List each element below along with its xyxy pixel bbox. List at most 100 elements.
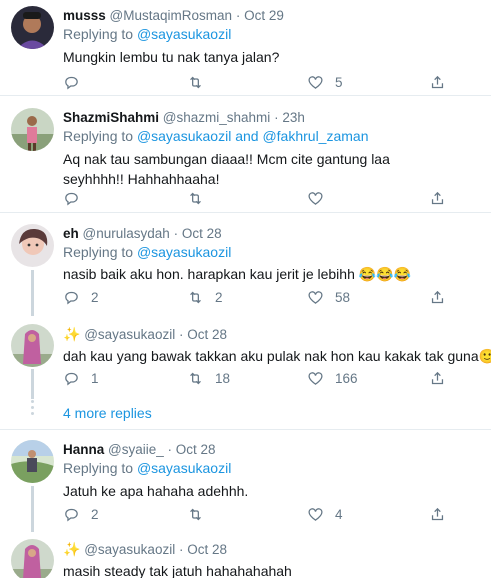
tweet-time[interactable]: Oct 29 [244,8,284,23]
share-button[interactable] [429,188,446,208]
replying-and: and [235,128,259,144]
tweet-time[interactable]: 23h [282,110,305,125]
mention-link[interactable]: @sayasukaozil [137,128,231,144]
heart-icon [307,370,324,387]
emoji-smile: 🙂 [478,348,491,364]
user-handle[interactable]: @MustaqimRosman [110,8,233,23]
user-handle[interactable]: @shazmi_shahmi [163,110,271,125]
tweet-text: nasib baik aku hon. harapkan kau jerit j… [63,266,359,282]
like-button[interactable]: 5 [307,72,343,92]
tweet-text: Jatuh ke apa hahaha adehhh. [63,483,249,499]
mention-link[interactable]: @sayasukaozil [137,26,231,42]
heart-icon [307,506,324,523]
share-button[interactable] [429,72,446,92]
user-name[interactable]: ShazmiShahmi [63,110,159,125]
tweet-actions [63,188,483,208]
retweet-button[interactable] [187,72,215,92]
tweet-text: dah kau yang bawak takkan aku pulak nak … [63,348,479,364]
replying-to: Replying to @sayasukaozil [63,459,481,478]
reply-icon [63,74,80,91]
tweet-1[interactable]: musss @MustaqimRosman · Oct 29 Replying … [0,0,491,95]
user-handle[interactable]: @sayasukaozil [84,327,175,342]
tweet-text: Aq nak tau sambungan diaaa!! Mcm cite ga… [63,151,390,187]
separator-dot: · [167,442,173,457]
user-handle[interactable]: @syaiie_ [108,442,164,457]
reply-icon [63,289,80,306]
replying-prefix: Replying to [63,26,134,42]
tweet-actions: 1 18 166 [63,368,483,388]
tweet-time[interactable]: Oct 28 [182,226,222,241]
user-name[interactable]: Hanna [63,442,104,457]
like-button[interactable] [307,188,335,208]
reply-count: 1 [91,370,99,386]
tweet-time[interactable]: Oct 28 [187,327,227,342]
tweet-2[interactable]: ShazmiShahmi @shazmi_shahmi · 23h Replyi… [0,96,491,211]
reply-icon [63,190,80,207]
avatar[interactable] [11,324,54,367]
like-button[interactable]: 4 [307,504,343,524]
tweet-4[interactable]: ✨ @sayasukaozil · Oct 28 dah kau yang ba… [0,318,491,398]
thread-dots [31,400,34,418]
reply-button[interactable]: 1 [63,368,99,388]
heart-icon [307,190,324,207]
tweet-text: Mungkin lembu tu nak tanya jalan? [63,49,280,65]
share-icon [429,506,446,523]
replying-prefix: Replying to [63,128,134,144]
retweet-button[interactable] [187,504,215,524]
reply-count: 2 [91,506,99,522]
tweet-3[interactable]: eh @nurulasydah · Oct 28 Replying to @sa… [0,213,491,318]
like-count: 166 [335,370,358,386]
retweet-button[interactable]: 2 [187,287,223,307]
reply-button[interactable]: 2 [63,504,99,524]
share-icon [429,74,446,91]
avatar[interactable] [11,440,54,483]
like-button[interactable]: 58 [307,287,350,307]
replying-to: Replying to @sayasukaozil [63,25,481,44]
tweet-5[interactable]: Hanna @syaiie_ · Oct 28 Replying to @say… [0,430,491,534]
reply-button[interactable] [63,188,91,208]
share-icon [429,190,446,207]
user-handle[interactable]: @sayasukaozil [84,542,175,557]
avatar[interactable] [11,6,54,49]
separator-dot: · [274,110,279,125]
avatar[interactable] [11,224,54,267]
avatar[interactable] [11,539,54,578]
share-button[interactable] [429,368,446,388]
like-button[interactable]: 166 [307,368,358,388]
retweet-count: 18 [215,370,231,386]
user-name[interactable]: eh [63,226,79,241]
mention-link[interactable]: @sayasukaozil [137,244,231,260]
mention-link[interactable]: @fakhrul_zaman [262,128,368,144]
retweet-icon [187,289,204,306]
retweet-button[interactable]: 18 [187,368,230,388]
mention-link[interactable]: @sayasukaozil [137,460,231,476]
share-button[interactable] [429,504,446,524]
retweet-icon [187,506,204,523]
avatar[interactable] [11,108,54,151]
retweet-button[interactable] [187,188,215,208]
replying-prefix: Replying to [63,460,134,476]
retweet-icon [187,74,204,91]
reply-button[interactable]: 2 [63,287,99,307]
reply-icon [63,370,80,387]
user-name[interactable]: musss [63,8,106,23]
emoji-laughing: 😂😂😂 [358,266,412,282]
replying-prefix: Replying to [63,244,134,260]
tweet-actions: 2 4 [63,504,483,524]
tweet-text-line: nasib baik aku hon. harapkan kau jerit j… [63,264,481,284]
tweet-actions: 5 [63,72,483,92]
more-replies-link[interactable]: 4 more replies [63,405,152,421]
tweet-time[interactable]: Oct 28 [187,542,227,557]
retweet-icon [187,370,204,387]
user-handle[interactable]: @nurulasydah [83,226,170,241]
like-count: 58 [335,289,351,305]
user-name[interactable]: ✨ [63,326,80,342]
share-button[interactable] [429,287,446,307]
user-name[interactable]: ✨ [63,541,80,557]
separator-dot: · [178,542,184,557]
retweet-icon [187,190,204,207]
tweet-6[interactable]: ✨ @sayasukaozil · Oct 28 masih steady ta… [0,534,491,578]
reply-button[interactable] [63,72,91,92]
tweet-time[interactable]: Oct 28 [176,442,216,457]
tweet-text-line: dah kau yang bawak takkan aku pulak nak … [63,346,491,366]
